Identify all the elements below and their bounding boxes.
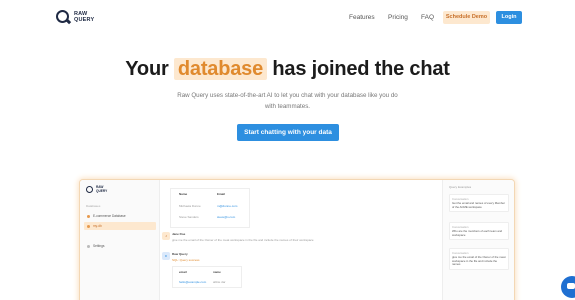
app-preview: RAW QUERY Databases E-commerce Database … xyxy=(80,180,514,300)
hero-title: Your database has joined the chat xyxy=(0,58,575,81)
preview-chat: Name Email Michaela Dunne m@dunne.com St… xyxy=(160,180,442,300)
database-icon xyxy=(87,224,90,228)
preview-logo: RAW QUERY xyxy=(86,185,108,194)
nav-link-features[interactable]: Features xyxy=(349,14,375,21)
hero-title-before: Your xyxy=(125,58,169,80)
table-cell: m@dunne.com xyxy=(217,204,238,208)
sidebar-item-label: E-commerce Database xyxy=(93,214,126,218)
message-author: Raw Query xyxy=(172,252,188,256)
table-header: Name xyxy=(179,192,188,196)
sidebar-item-settings[interactable]: Settings xyxy=(84,242,156,250)
preview-brand-line2: QUERY xyxy=(96,188,108,193)
user-avatar: J xyxy=(162,232,170,240)
login-button[interactable]: Login xyxy=(496,11,522,24)
message-text: SQL: Query success xyxy=(172,258,200,262)
card-body: Get the email and names of every Member … xyxy=(452,201,506,209)
sidebar-item-my-db[interactable]: my-db xyxy=(84,222,156,230)
panel-title: Query Examples xyxy=(449,185,472,189)
gear-icon xyxy=(87,244,90,248)
preview-right-panel: Query Examples Conversation Get the emai… xyxy=(442,180,514,300)
example-card[interactable]: Conversation give me the email of the Ow… xyxy=(449,248,509,270)
sidebar-section-label: Databases xyxy=(86,204,101,208)
hero-title-highlight: database xyxy=(173,58,268,80)
logo-icon xyxy=(86,186,93,194)
brand-logo[interactable]: RAW QUERY xyxy=(56,10,94,23)
top-navbar: RAW QUERY Features Pricing FAQ Schedule … xyxy=(0,0,575,36)
brand-line2: QUERY xyxy=(74,16,95,23)
table-cell: Steve Sanders xyxy=(179,215,199,219)
result-table-2: email name hello@example.com abbie dar xyxy=(172,266,242,288)
chat-widget-icon[interactable] xyxy=(561,276,575,298)
start-chatting-button[interactable]: Start chatting with your data xyxy=(237,124,339,141)
sidebar-item-label: my-db xyxy=(93,224,102,228)
hero-subtitle: Raw Query uses state-of-the-art AI to le… xyxy=(177,92,398,110)
bot-avatar: R xyxy=(162,252,170,260)
nav-link-pricing[interactable]: Pricing xyxy=(388,14,408,21)
table-header: name xyxy=(213,270,221,274)
table-header: email xyxy=(179,270,187,274)
sidebar-item-ecommerce[interactable]: E-commerce Database xyxy=(84,212,156,220)
table-cell: hello@example.com xyxy=(179,280,207,284)
card-body: give me the email of the Owner of the me… xyxy=(452,255,506,267)
example-card[interactable]: Conversation Get the email and names of … xyxy=(449,194,509,213)
table-cell: steve@s.com xyxy=(217,215,236,219)
example-card[interactable]: Conversation Who are the members of each… xyxy=(449,222,509,241)
logo-icon xyxy=(56,10,69,23)
message-text: give me the email of the Owner of the me… xyxy=(172,238,314,242)
table-header: Email xyxy=(217,192,226,196)
hero-title-after: has joined the chat xyxy=(272,58,450,80)
sidebar-item-label: Settings xyxy=(93,244,105,248)
table-cell: Michaela Dunne xyxy=(179,204,201,208)
card-body: Who are the members of each team and wor… xyxy=(452,229,503,237)
nav-link-faq[interactable]: FAQ xyxy=(421,14,434,21)
preview-sidebar: RAW QUERY Databases E-commerce Database … xyxy=(80,180,160,300)
table-cell: abbie dar xyxy=(213,280,226,284)
schedule-demo-button[interactable]: Schedule Demo xyxy=(443,11,490,24)
database-icon xyxy=(87,214,90,218)
message-author: Jane Doe xyxy=(172,232,186,236)
result-table: Name Email Michaela Dunne m@dunne.com St… xyxy=(170,188,250,228)
